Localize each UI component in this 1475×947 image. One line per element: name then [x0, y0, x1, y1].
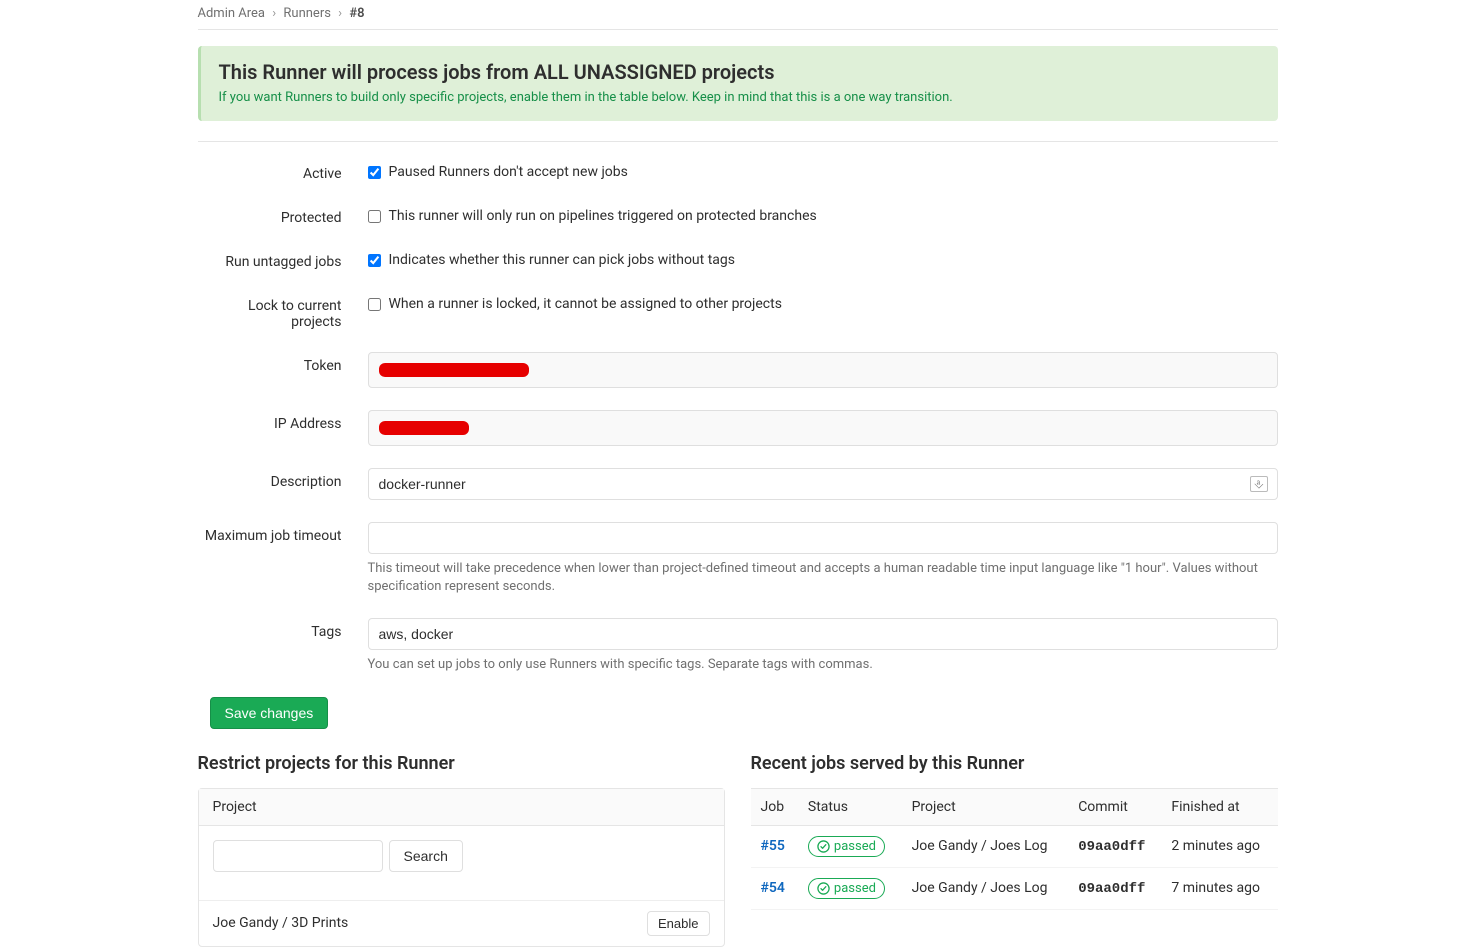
col-status: Status — [798, 788, 902, 825]
job-finished: 7 minutes ago — [1161, 867, 1277, 909]
checkbox-active[interactable] — [368, 166, 381, 179]
label-tags: Tags — [198, 618, 368, 640]
job-link[interactable]: #54 — [761, 880, 785, 896]
tags-input[interactable] — [368, 618, 1278, 650]
redacted-ip — [379, 421, 469, 435]
col-job: Job — [751, 788, 798, 825]
project-name: Joe Gandy / 3D Prints — [213, 915, 349, 931]
table-row: #55 passed Joe Gandy / Joes Log 09aa0dff… — [751, 825, 1278, 867]
help-tags: You can set up jobs to only use Runners … — [368, 656, 1278, 674]
col-commit: Commit — [1068, 788, 1161, 825]
project-row: Joe Gandy / 3D Prints Enable — [199, 900, 724, 946]
ip-field — [368, 410, 1278, 446]
label-description: Description — [198, 468, 368, 490]
label-untagged: Run untagged jobs — [198, 248, 368, 270]
project-search-input[interactable] — [213, 840, 383, 872]
divider — [198, 141, 1278, 142]
label-active: Active — [198, 160, 368, 182]
desc-untagged: Indicates whether this runner can pick j… — [389, 252, 736, 268]
save-button[interactable]: Save changes — [210, 697, 329, 729]
enable-project-button[interactable]: Enable — [647, 911, 709, 936]
job-project: Joe Gandy / Joes Log — [902, 867, 1069, 909]
alert-title: This Runner will process jobs from ALL U… — [219, 60, 1260, 84]
desc-active: Paused Runners don't accept new jobs — [389, 164, 628, 180]
col-finished: Finished at — [1161, 788, 1277, 825]
timeout-input[interactable] — [368, 522, 1278, 554]
job-finished: 2 minutes ago — [1161, 825, 1277, 867]
check-circle-icon — [817, 882, 830, 895]
label-ip: IP Address — [198, 410, 368, 432]
project-search-button[interactable]: Search — [389, 840, 463, 872]
label-protected: Protected — [198, 204, 368, 226]
help-timeout: This timeout will take precedence when l… — [368, 560, 1278, 596]
status-badge[interactable]: passed — [808, 878, 885, 899]
job-project: Joe Gandy / Joes Log — [902, 825, 1069, 867]
job-link[interactable]: #55 — [761, 838, 785, 854]
label-token: Token — [198, 352, 368, 374]
token-field — [368, 352, 1278, 388]
label-timeout: Maximum job timeout — [198, 522, 368, 544]
chevron-right-icon: › — [272, 6, 276, 21]
commit-hash[interactable]: 09aa0dff — [1078, 839, 1145, 855]
chevron-right-icon: › — [338, 6, 342, 21]
check-circle-icon — [817, 840, 830, 853]
breadcrumb-current: #8 — [349, 6, 364, 21]
checkbox-lock[interactable] — [368, 298, 381, 311]
panel-header-project: Project — [199, 789, 724, 826]
description-input[interactable] — [368, 468, 1278, 500]
label-lock: Lock to current projects — [198, 292, 368, 330]
checkbox-protected[interactable] — [368, 210, 381, 223]
status-text: passed — [834, 881, 876, 896]
checkbox-untagged[interactable] — [368, 254, 381, 267]
alert-body: If you want Runners to build only specif… — [219, 90, 1260, 105]
heading-restrict: Restrict projects for this Runner — [198, 753, 725, 774]
breadcrumb: Admin Area › Runners › #8 — [198, 0, 1278, 30]
desc-protected: This runner will only run on pipelines t… — [389, 208, 817, 224]
col-project: Project — [902, 788, 1069, 825]
autofill-icon: ⎀ — [1250, 476, 1268, 492]
redacted-token — [379, 363, 529, 377]
status-badge[interactable]: passed — [808, 836, 885, 857]
desc-lock: When a runner is locked, it cannot be as… — [389, 296, 782, 312]
heading-jobs: Recent jobs served by this Runner — [751, 753, 1278, 774]
jobs-table: Job Status Project Commit Finished at #5… — [751, 788, 1278, 910]
status-text: passed — [834, 839, 876, 854]
table-row: #54 passed Joe Gandy / Joes Log 09aa0dff… — [751, 867, 1278, 909]
alert-shared-runner: This Runner will process jobs from ALL U… — [198, 46, 1278, 121]
breadcrumb-runners[interactable]: Runners — [283, 6, 331, 21]
commit-hash[interactable]: 09aa0dff — [1078, 881, 1145, 897]
breadcrumb-admin[interactable]: Admin Area — [198, 6, 266, 21]
